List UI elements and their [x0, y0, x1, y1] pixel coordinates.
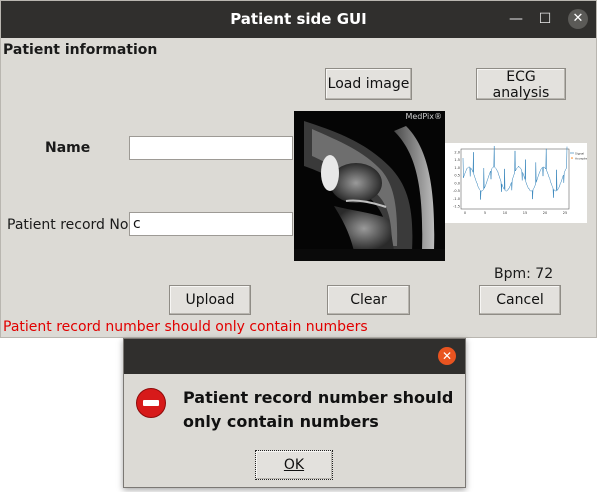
load-image-button[interactable]: Load image	[325, 68, 412, 100]
cancel-button[interactable]: Cancel	[479, 285, 561, 315]
minimize-icon[interactable]: —	[506, 9, 526, 29]
bpm-label: Bpm: 72	[494, 266, 554, 282]
close-icon[interactable]: ✕	[568, 9, 588, 29]
name-input[interactable]	[129, 136, 293, 160]
ecg-y-tick-label: 0.0	[454, 181, 460, 185]
ecg-x-tick-label: 0	[464, 211, 466, 215]
record-input[interactable]	[129, 212, 293, 236]
clear-button[interactable]: Clear	[327, 285, 410, 315]
ok-button[interactable]: OK	[255, 450, 333, 480]
mri-image: MedPix®	[294, 111, 445, 261]
error-message: Patient record number should only contai…	[3, 319, 368, 335]
ecg-y-tick-label: 1.0	[454, 166, 460, 170]
dialog-message: Patient record number should only contai…	[183, 388, 454, 431]
ecg-y-tick-label: -1.5	[453, 205, 460, 209]
mri-knee-scan	[294, 111, 445, 261]
section-label: Patient information	[3, 42, 158, 58]
ecg-signal-chart: 2.0 1.5 1.0 0.5 0.0 -0.5 -1.0 -1.5 0 5 10 15 20 25 Sig…	[453, 145, 599, 215]
record-label: Patient record No.	[7, 217, 133, 233]
ecg-y-tick-label: 0.5	[454, 174, 460, 178]
error-icon	[136, 388, 166, 418]
ecg-x-tick-label: 20	[543, 211, 547, 215]
ecg-plot: 2.0 1.5 1.0 0.5 0.0 -0.5 -1.0 -1.5 0 5 10 15 20 25 Sig…	[445, 143, 599, 223]
maximize-icon[interactable]: ☐	[535, 9, 555, 29]
title-bar: Patient side GUI — ☐ ✕	[1, 1, 596, 38]
ecg-x-tick-label: 25	[563, 211, 567, 215]
ecg-x-tick-label: 10	[503, 211, 507, 215]
ecg-analysis-button[interactable]: ECG analysis	[476, 68, 566, 101]
dialog-close-icon[interactable]: ✕	[438, 347, 456, 365]
upload-button[interactable]: Upload	[169, 285, 251, 315]
ecg-x-tick-label: 15	[523, 211, 527, 215]
ecg-legend-peaks-label: Accepted peaks	[575, 157, 587, 161]
error-dialog: ✕ Patient record number should only cont…	[123, 338, 466, 488]
ecg-x-tick-label: 5	[484, 211, 486, 215]
name-label: Name	[45, 140, 91, 156]
ecg-y-tick-label: -0.5	[453, 189, 460, 193]
main-window: Patient side GUI — ☐ ✕ Patient informati…	[0, 0, 599, 338]
ecg-legend-signal-label: Signal	[575, 152, 584, 156]
ecg-y-tick-label: 2.0	[454, 151, 460, 155]
ecg-y-tick-label: -1.0	[453, 197, 460, 201]
dialog-title-bar: ✕	[124, 339, 465, 374]
ecg-y-tick-label: 1.5	[454, 158, 460, 162]
ok-label: OK	[283, 457, 305, 473]
ecg-legend-peaks-swatch	[571, 157, 573, 159]
image-watermark: MedPix®	[405, 112, 442, 121]
